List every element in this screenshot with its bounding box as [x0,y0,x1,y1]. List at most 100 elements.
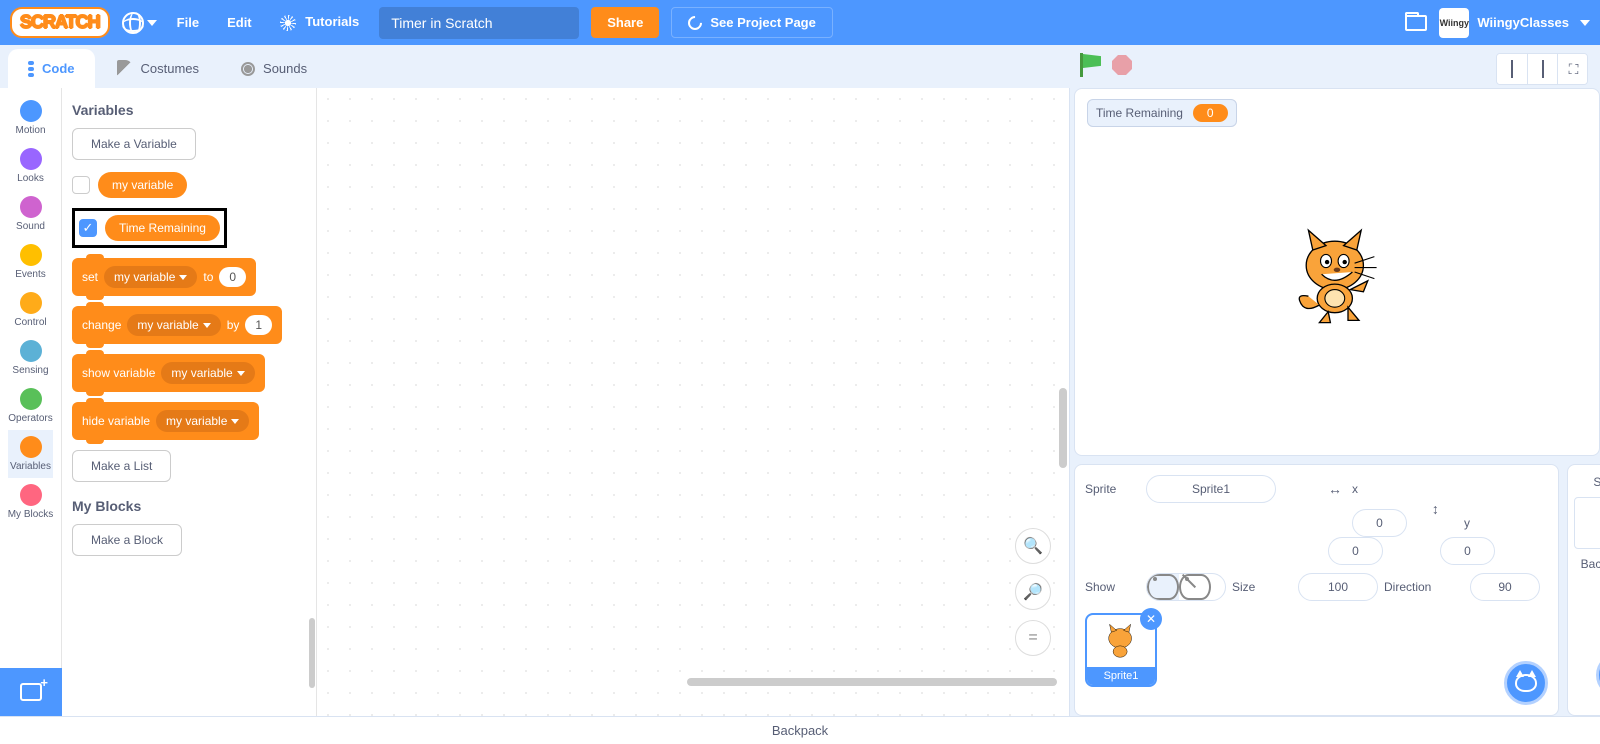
category-color-dot [20,292,42,314]
variable-reporter[interactable]: my variable [98,172,187,198]
sprite-name-input[interactable] [1146,475,1276,503]
variable-dropdown[interactable]: my variable [156,410,249,432]
sprite-size-input[interactable] [1298,573,1378,601]
extension-icon [20,683,42,701]
sprite-x-input[interactable] [1352,509,1407,537]
category-my-blocks[interactable]: My Blocks [8,478,54,526]
add-backdrop-button[interactable] [1596,653,1600,697]
sprite-card[interactable]: ✕ Sprite1 [1085,613,1157,687]
variable-reporter[interactable]: Time Remaining [105,215,220,241]
tab-costumes[interactable]: Costumes [97,48,220,88]
sprite-on-stage[interactable] [1282,217,1392,327]
chevron-down-icon [1580,20,1590,26]
category-label: Sound [16,221,45,232]
tutorials-label: Tutorials [305,14,359,29]
block-text: set [82,270,98,284]
monitor-value: 0 [1193,104,1228,122]
variable-dropdown[interactable]: my variable [127,314,220,336]
direction-label: Direction [1384,580,1464,594]
scratch-logo[interactable]: SCRATCH [10,7,110,38]
sprite-y-input[interactable] [1440,537,1495,565]
category-sensing[interactable]: Sensing [8,334,54,382]
category-operators[interactable]: Operators [8,382,54,430]
number-input[interactable]: 0 [219,267,246,287]
category-color-dot [20,148,42,170]
palette-section-variables: Variables [72,102,306,118]
file-menu[interactable]: File [169,15,207,30]
language-menu[interactable] [122,12,157,34]
add-extension-button[interactable] [0,668,62,716]
variable-dropdown[interactable]: my variable [161,362,254,384]
stop-button[interactable] [1112,55,1132,75]
category-looks[interactable]: Looks [8,142,54,190]
sprite-direction-input[interactable] [1470,573,1540,601]
category-label: Motion [15,125,45,136]
workspace-v-scrollbar[interactable] [1059,388,1067,468]
project-title-input[interactable] [379,7,579,39]
make-block-button[interactable]: Make a Block [72,524,182,556]
eye-off-icon [1179,574,1211,600]
delete-sprite-button[interactable]: ✕ [1140,608,1162,630]
block-text: to [203,270,213,284]
remix-icon [685,13,705,33]
stage-thumbnail[interactable] [1574,497,1600,549]
zoom-in-button[interactable]: 🔍 [1015,528,1051,564]
category-variables[interactable]: Variables [8,430,54,478]
share-button[interactable]: Share [591,7,659,38]
account-menu[interactable]: Wiingy WiingyClasses [1439,8,1590,38]
tabs-row: Code Costumes Sounds ⛶ [0,45,1600,88]
stage-panel: Stage Backdrops 1 [1567,464,1600,716]
block-show-variable[interactable]: show variable my variable [72,354,265,392]
category-color-dot [20,340,42,362]
show-button[interactable] [1147,574,1179,600]
variable-monitor[interactable]: Time Remaining 0 [1087,99,1237,127]
category-control[interactable]: Control [8,286,54,334]
see-project-page-button[interactable]: See Project Page [671,7,833,38]
username-label: WiingyClasses [1477,15,1569,30]
category-label: Operators [8,413,52,424]
workspace-h-scrollbar[interactable] [687,678,1057,686]
add-sprite-button[interactable] [1504,661,1548,705]
tab-code[interactable]: Code [8,49,95,88]
tab-costumes-label: Costumes [141,61,200,76]
category-motion[interactable]: Motion [8,94,54,142]
large-stage-button[interactable] [1527,54,1557,84]
sprite-x-input2[interactable] [1328,537,1383,565]
hide-button[interactable] [1179,574,1211,600]
palette-scrollbar[interactable] [309,618,315,688]
my-stuff-icon[interactable] [1405,15,1427,31]
tab-sounds[interactable]: Sounds [221,49,327,88]
category-color-dot [20,244,42,266]
category-events[interactable]: Events [8,238,54,286]
sprite-list: ✕ Sprite1 [1085,613,1548,687]
block-text: show variable [82,366,155,380]
category-label: Looks [17,173,44,184]
tutorials-link[interactable]: Tutorials [272,14,368,31]
sprite-label: Sprite [1085,482,1140,496]
category-label: Events [15,269,46,280]
zoom-reset-button[interactable]: = [1015,620,1051,656]
variable-dropdown[interactable]: my variable [104,266,197,288]
edit-menu[interactable]: Edit [219,15,260,30]
globe-icon [122,12,144,34]
category-color-dot [20,196,42,218]
number-input[interactable]: 1 [245,315,272,335]
zoom-out-button[interactable]: 🔎 [1015,574,1051,610]
y-label: y [1464,516,1482,530]
small-stage-button[interactable] [1497,54,1527,84]
variable-checkbox[interactable]: ✓ [79,219,97,237]
block-change-variable[interactable]: change my variable by 1 [72,306,282,344]
make-list-button[interactable]: Make a List [72,450,171,482]
backpack-bar[interactable]: Backpack [0,716,1600,744]
monitor-label: Time Remaining [1096,106,1183,120]
stage[interactable]: Time Remaining 0 [1074,88,1600,456]
category-sound[interactable]: Sound [8,190,54,238]
make-variable-button[interactable]: Make a Variable [72,128,196,160]
tab-code-label: Code [42,61,75,76]
variable-checkbox[interactable] [72,176,90,194]
fullscreen-button[interactable]: ⛶ [1557,54,1587,84]
green-flag-button[interactable] [1080,53,1102,77]
block-hide-variable[interactable]: hide variable my variable [72,402,259,440]
script-workspace[interactable]: 🔍 🔎 = [317,88,1070,716]
block-set-variable[interactable]: set my variable to 0 [72,258,256,296]
